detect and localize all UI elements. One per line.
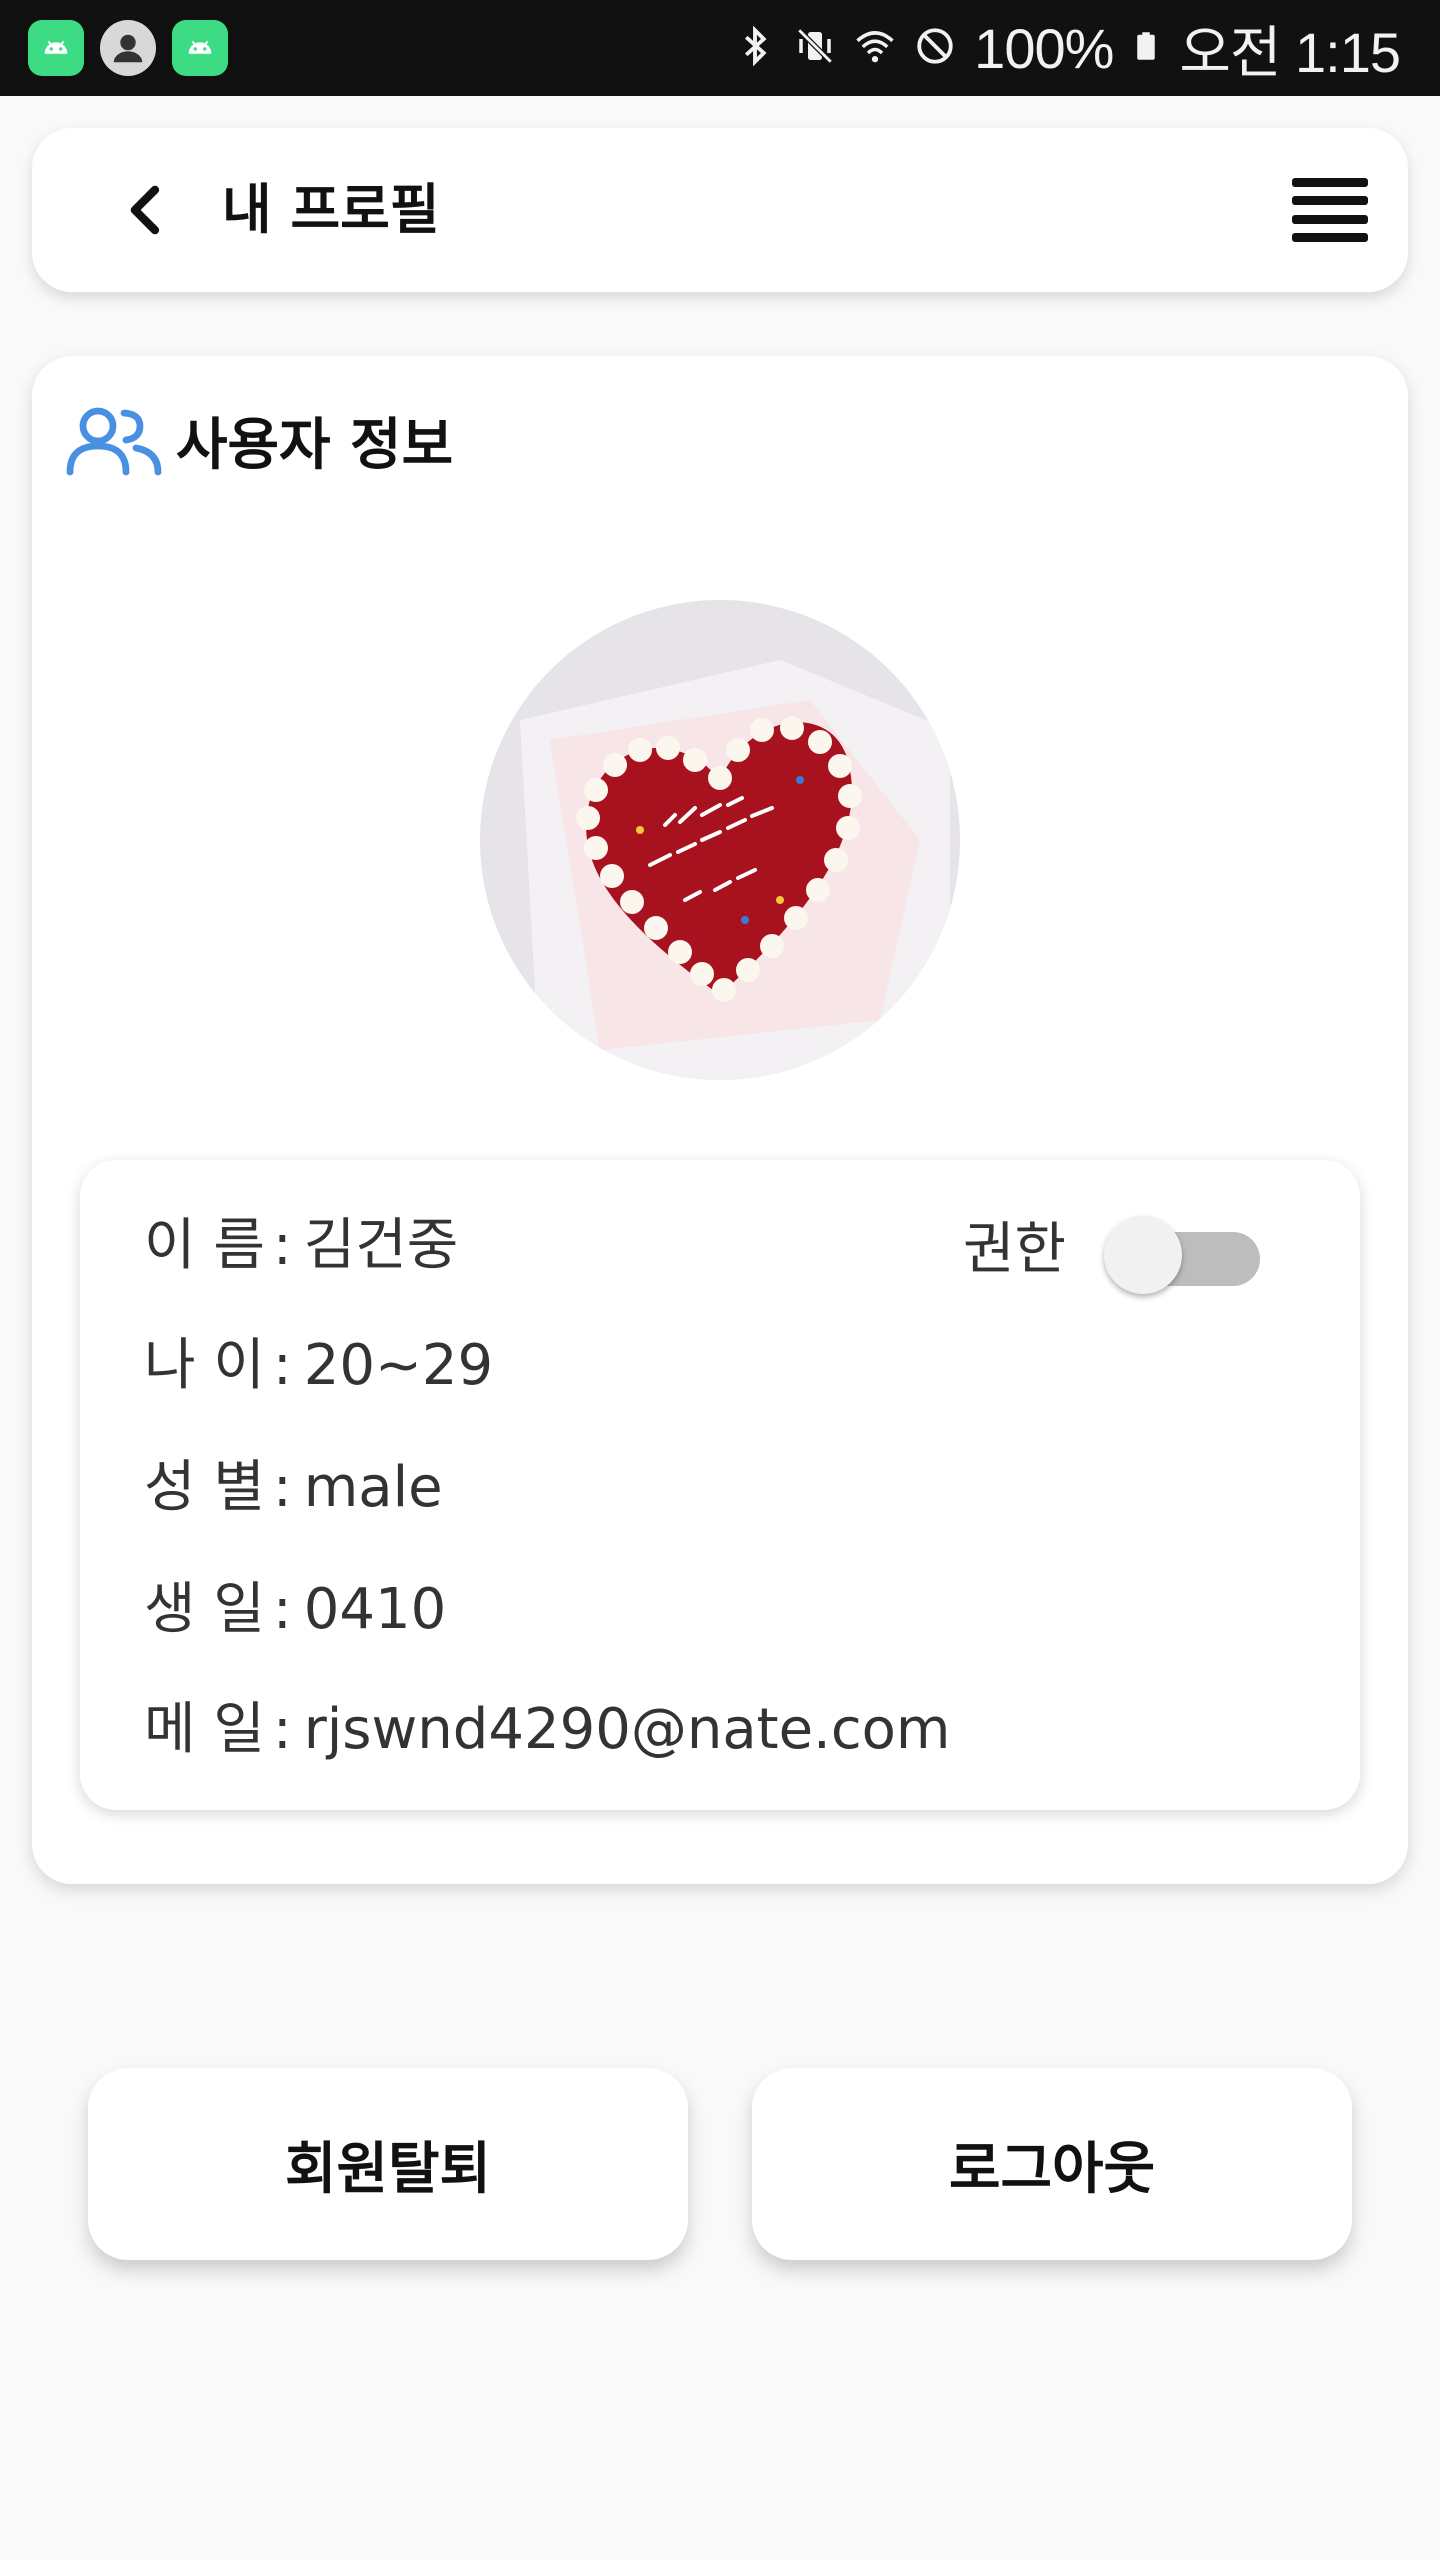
- birthday-value: 0410: [303, 1577, 447, 1642]
- email-label: 메 일: [144, 1697, 265, 1762]
- section-title: 사용자 정보: [176, 412, 454, 478]
- chevron-left-icon: [130, 185, 160, 235]
- toggle-thumb: [1104, 1216, 1182, 1294]
- permission-label: 권한: [962, 1217, 1066, 1282]
- account-circle-icon: [100, 20, 156, 76]
- android-app-icon: [28, 20, 84, 76]
- page-title: 내 프로필: [222, 178, 440, 241]
- logout-button[interactable]: 로그아웃: [752, 2068, 1352, 2260]
- battery-percent: 100%: [974, 16, 1114, 80]
- gender-label: 성 별: [144, 1455, 265, 1520]
- permission-toggle[interactable]: [1104, 1210, 1260, 1294]
- name-label: 이 름: [144, 1213, 265, 1278]
- age-row: 나 이:20~29: [144, 1333, 494, 1398]
- menu-line: [1292, 196, 1368, 206]
- withdraw-button[interactable]: 회원탈퇴: [88, 2068, 688, 2260]
- clock: 오전 1:15: [1179, 20, 1401, 84]
- menu-line: [1292, 214, 1368, 224]
- bluetooth-icon: [734, 25, 776, 71]
- user-details-card: 이 름: 김건중 권한 나 이:20~29 성 별: male 생 일:0410 메…: [80, 1160, 1360, 1810]
- age-label: 나 이: [144, 1333, 265, 1398]
- menu-line: [1292, 232, 1368, 242]
- status-bar-notifications: [28, 20, 228, 76]
- wifi-icon: [854, 25, 896, 71]
- back-button[interactable]: [112, 178, 176, 242]
- hamburger-menu-icon[interactable]: [1292, 178, 1368, 242]
- section-header: 사용자 정보: [66, 398, 453, 482]
- permission-control: 권한: [962, 1210, 1260, 1294]
- profile-photo[interactable]: [480, 600, 960, 1080]
- gender-value: male: [303, 1455, 443, 1520]
- menu-line: [1292, 178, 1368, 187]
- battery-icon: [1131, 23, 1161, 73]
- top-app-bar: 내 프로필: [32, 128, 1408, 292]
- name-value: 김건중: [303, 1213, 459, 1278]
- status-bar-system: 100% 오전 1:15: [734, 0, 1401, 96]
- users-icon: [66, 407, 162, 476]
- do-not-disturb-icon: [914, 25, 956, 71]
- user-info-card: 사용자 정보 이 름: 김건중 권한 나 이: 20~29 성 별: ma…: [32, 356, 1408, 1884]
- age-value: 20~29: [303, 1333, 494, 1398]
- birthday-label: 생 일: [144, 1577, 265, 1642]
- status-bar: 100% 오전 1:15: [0, 0, 1440, 96]
- email-row: 메 일: rjswnd4290@nate.com: [144, 1697, 951, 1762]
- birthday-row: 생 일:0410: [144, 1577, 447, 1642]
- vibrate-mute-icon: [794, 25, 836, 71]
- name-row: 이 름: 김건중: [144, 1213, 459, 1278]
- android-app-icon: [172, 20, 228, 76]
- email-value: rjswnd4290@nate.com: [303, 1697, 951, 1762]
- gender-row: 성 별: male: [144, 1455, 443, 1520]
